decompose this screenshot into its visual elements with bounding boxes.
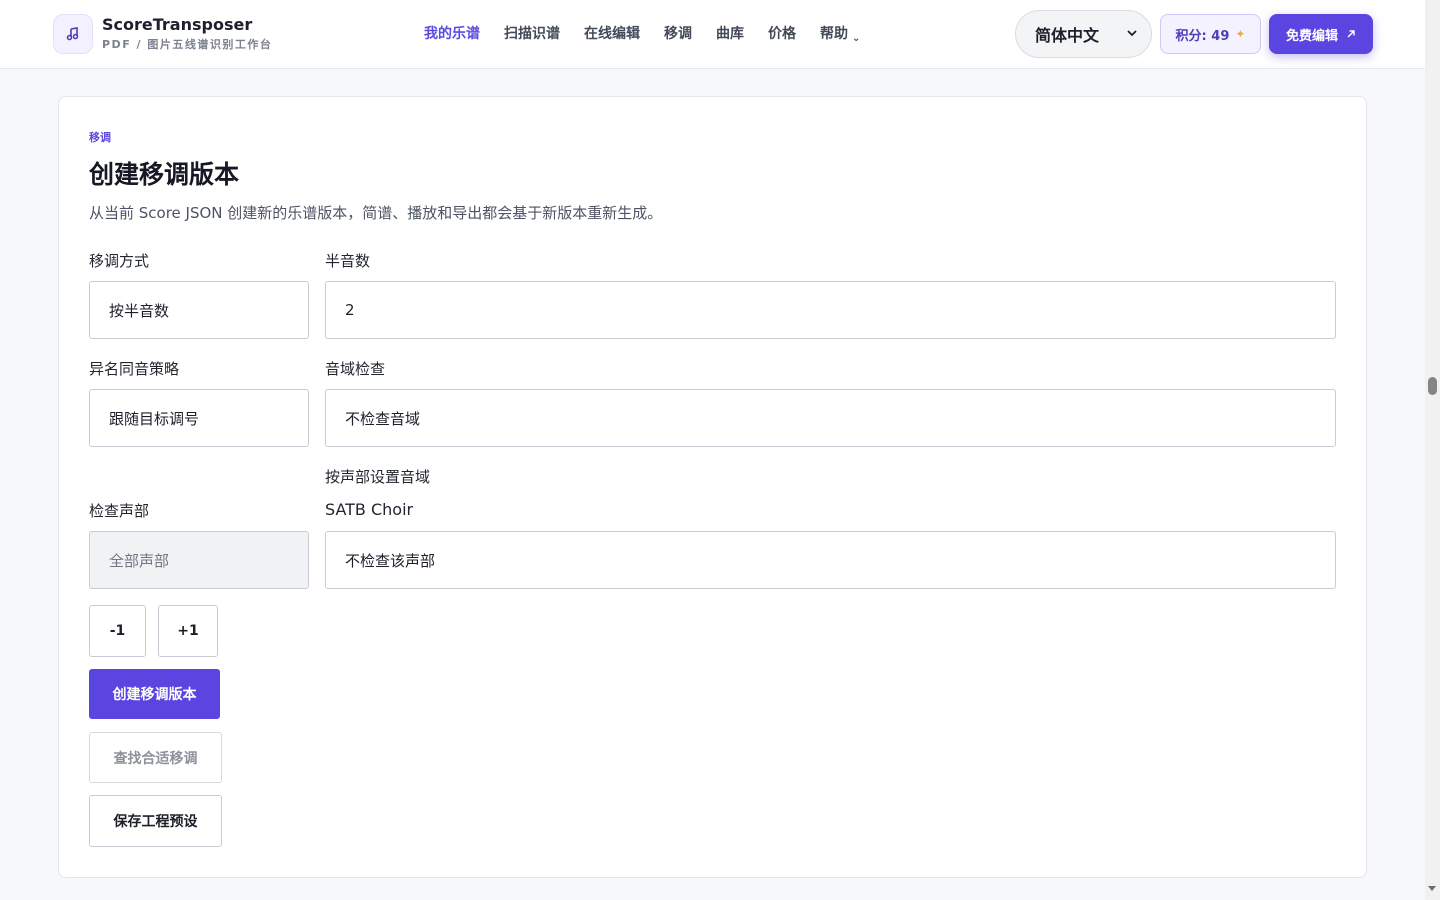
choir-value: 不检查该声部: [345, 551, 436, 570]
enharmonic-select[interactable]: 跟随目标调号: [89, 389, 309, 447]
save-preset-button[interactable]: 保存工程预设: [89, 795, 222, 847]
create-transpose-button[interactable]: 创建移调版本: [89, 669, 220, 719]
scrollbar-thumb[interactable]: [1428, 377, 1437, 395]
free-edit-label: 免费编辑: [1285, 28, 1338, 44]
main-nav: 我的乐谱 扫描识谱 在线编辑 移调 曲库 价格 帮助 ⌄: [424, 24, 884, 46]
scrollbar-track[interactable]: [1425, 0, 1440, 900]
create-label: 创建移调版本: [112, 687, 197, 703]
check-voice-select: 全部声部: [89, 531, 309, 589]
enharmonic-label: 异名同音策略: [89, 360, 180, 378]
section-eyebrow: 移调: [89, 131, 111, 144]
check-voice-value: 全部声部: [109, 551, 170, 570]
section-description: 从当前 Score JSON 创建新的乐谱版本，简谱、播放和导出都会基于新版本重…: [89, 204, 663, 222]
semitones-value: 2: [345, 301, 355, 319]
chevron-down-icon: [1127, 30, 1137, 37]
language-select[interactable]: 简体中文: [1015, 10, 1152, 58]
semitones-label: 半音数: [325, 252, 371, 270]
points-label: 积分: 49: [1175, 28, 1230, 44]
sparkle-icon: ✦: [1235, 27, 1246, 41]
language-value: 简体中文: [1035, 26, 1100, 45]
chevron-down-icon: ⌄: [852, 33, 861, 44]
find-transpose-button[interactable]: 查找合适移调: [89, 732, 222, 783]
nav-online-edit[interactable]: 在线编辑: [584, 24, 640, 46]
save-preset-label: 保存工程预设: [113, 814, 198, 830]
points-badge[interactable]: 积分: 49 ✦: [1160, 14, 1261, 54]
nav-transpose[interactable]: 移调: [664, 24, 692, 46]
nav-help-label: 帮助: [820, 26, 848, 42]
increment-label: +1: [177, 623, 199, 639]
nav-help[interactable]: 帮助 ⌄: [820, 24, 860, 46]
free-edit-button[interactable]: 免费编辑: [1269, 14, 1373, 54]
range-check-label: 音域检查: [325, 360, 386, 378]
brand[interactable]: ScoreTransposer PDF / 图片五线谱识别工作台: [53, 14, 272, 54]
scroll-down-arrow-icon[interactable]: [1428, 886, 1436, 891]
range-check-value: 不检查音域: [345, 409, 421, 428]
nav-library[interactable]: 曲库: [716, 24, 744, 46]
enharmonic-value: 跟随目标调号: [109, 409, 200, 428]
nav-scan[interactable]: 扫描识谱: [504, 24, 560, 46]
page-title: 创建移调版本: [89, 160, 240, 189]
voice-range-label: 按声部设置音域: [325, 468, 431, 486]
nav-my-scores[interactable]: 我的乐谱: [424, 24, 480, 46]
decrement-label: -1: [109, 623, 126, 639]
brand-name: ScoreTransposer: [102, 15, 253, 34]
choir-range-select[interactable]: 不检查该声部: [325, 531, 1336, 589]
increment-button[interactable]: +1: [158, 605, 218, 657]
semitones-input[interactable]: 2: [325, 281, 1336, 339]
decrement-button[interactable]: -1: [89, 605, 146, 657]
nav-pricing[interactable]: 价格: [768, 24, 796, 46]
choir-label: SATB Choir: [325, 500, 414, 519]
find-label: 查找合适移调: [113, 750, 198, 767]
mode-value: 按半音数: [109, 301, 170, 320]
top-navigation-bar: ScoreTransposer PDF / 图片五线谱识别工作台 我的乐谱 扫描…: [0, 0, 1425, 69]
external-link-arrow-icon: [1347, 30, 1355, 38]
music-note-logo-icon: [53, 14, 93, 54]
mode-label: 移调方式: [89, 252, 150, 270]
range-check-select[interactable]: 不检查音域: [325, 389, 1336, 447]
brand-subtitle: PDF / 图片五线谱识别工作台: [102, 38, 273, 51]
check-voice-label: 检查声部: [89, 502, 150, 520]
transpose-mode-select[interactable]: 按半音数: [89, 281, 309, 339]
